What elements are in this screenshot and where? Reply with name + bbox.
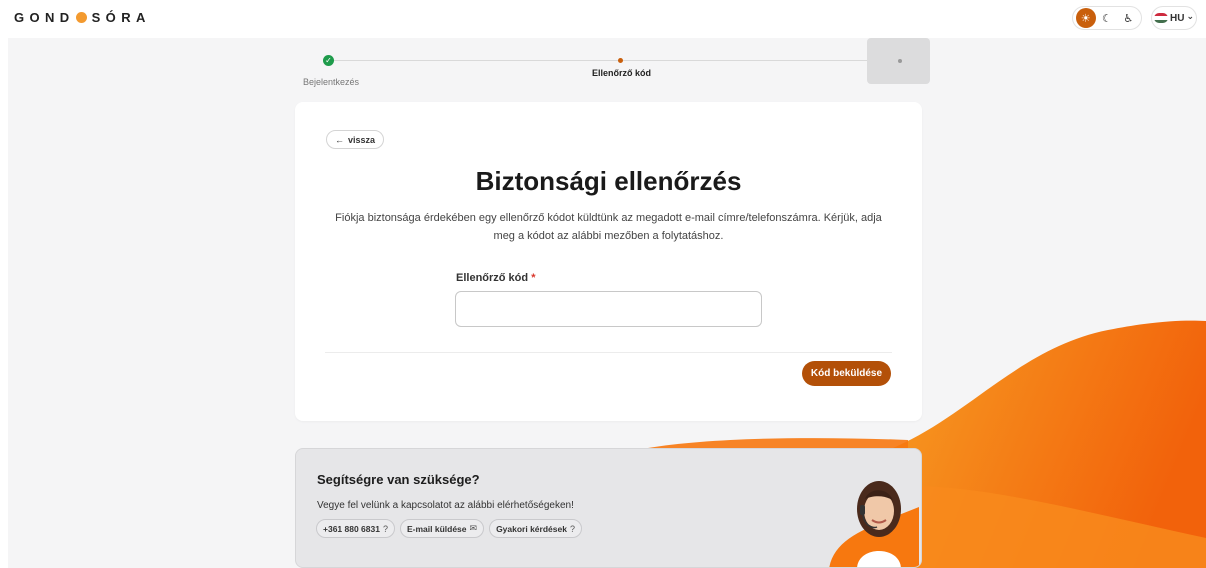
step-label-login: Bejelentkezés [303, 77, 360, 87]
hungarian-flag-icon [1154, 13, 1168, 23]
page-title: Biztonsági ellenőrzés [475, 166, 742, 196]
back-button-label: vissza [348, 134, 376, 145]
chevron-down-icon: ⌄ [1186, 10, 1194, 21]
code-field-label-text: Ellenőrző kód [456, 272, 529, 284]
light-mode-icon[interactable]: ☀ [1075, 8, 1096, 28]
arrow-left-icon: ← [335, 134, 344, 145]
help-card: Segítségre van szüksége? Vegye fel velün… [295, 448, 922, 568]
support-agent-image [829, 481, 919, 567]
help-description: Vegye fel velünk a kapcsolatot az alábbi… [317, 500, 574, 511]
mail-icon: ✉ [469, 523, 478, 533]
verification-card: ← vissza Biztonsági ellenőrzés Fiókja bi… [295, 102, 922, 421]
stepper-line [623, 60, 867, 61]
phone-link-label: +361 880 6831 [323, 523, 380, 534]
page-description: Fiókja biztonsága érdekében egy ellenőrz… [335, 212, 882, 242]
upcoming-step-dot [898, 59, 902, 63]
accessibility-icon[interactable]: ♿ [1118, 8, 1138, 28]
help-title: Segítségre van szüksége? [317, 472, 480, 487]
submit-code-button[interactable]: Kód beküldése [802, 361, 891, 386]
top-header: GOND SÓRA ☀ ☾ ♿ HU ⌄ [0, 0, 1206, 38]
step-label-verification: Ellenőrző kód [592, 68, 652, 78]
check-icon: ✓ [323, 55, 334, 66]
help-circle-icon: ? [382, 523, 388, 534]
verification-code-input[interactable] [455, 291, 762, 327]
phone-link[interactable]: +361 880 6831 ? [316, 519, 395, 538]
logo-sun-icon [75, 12, 87, 23]
faq-link[interactable]: Gyakori kérdések ? [489, 519, 582, 538]
back-button[interactable]: ← vissza [326, 130, 385, 149]
language-code: HU [1170, 12, 1185, 24]
progress-stepper: ✓ Bejelentkezés Ellenőrző kód [300, 38, 930, 88]
logo-text-left: GOND [14, 10, 75, 25]
logo-text-right: SÓRA [91, 10, 151, 25]
divider [325, 352, 892, 353]
faq-link-label: Gyakori kérdések [496, 523, 567, 534]
email-link[interactable]: E-mail küldése ✉ [399, 519, 485, 538]
required-mark: * [531, 272, 536, 284]
theme-switcher: ☀ ☾ ♿ [1072, 6, 1142, 30]
active-step-dot [618, 58, 623, 63]
brand-logo[interactable]: GOND SÓRA [14, 10, 151, 25]
help-circle-icon: ? [569, 523, 575, 534]
dark-mode-icon[interactable]: ☾ [1097, 8, 1117, 28]
stepper-line [334, 60, 618, 61]
email-link-label: E-mail küldése [406, 523, 467, 534]
help-links: +361 880 6831 ? E-mail küldése ✉ Gyakori… [316, 519, 582, 538]
code-field-label: Ellenőrző kód * [456, 272, 535, 284]
language-selector[interactable]: HU ⌄ [1151, 6, 1197, 30]
